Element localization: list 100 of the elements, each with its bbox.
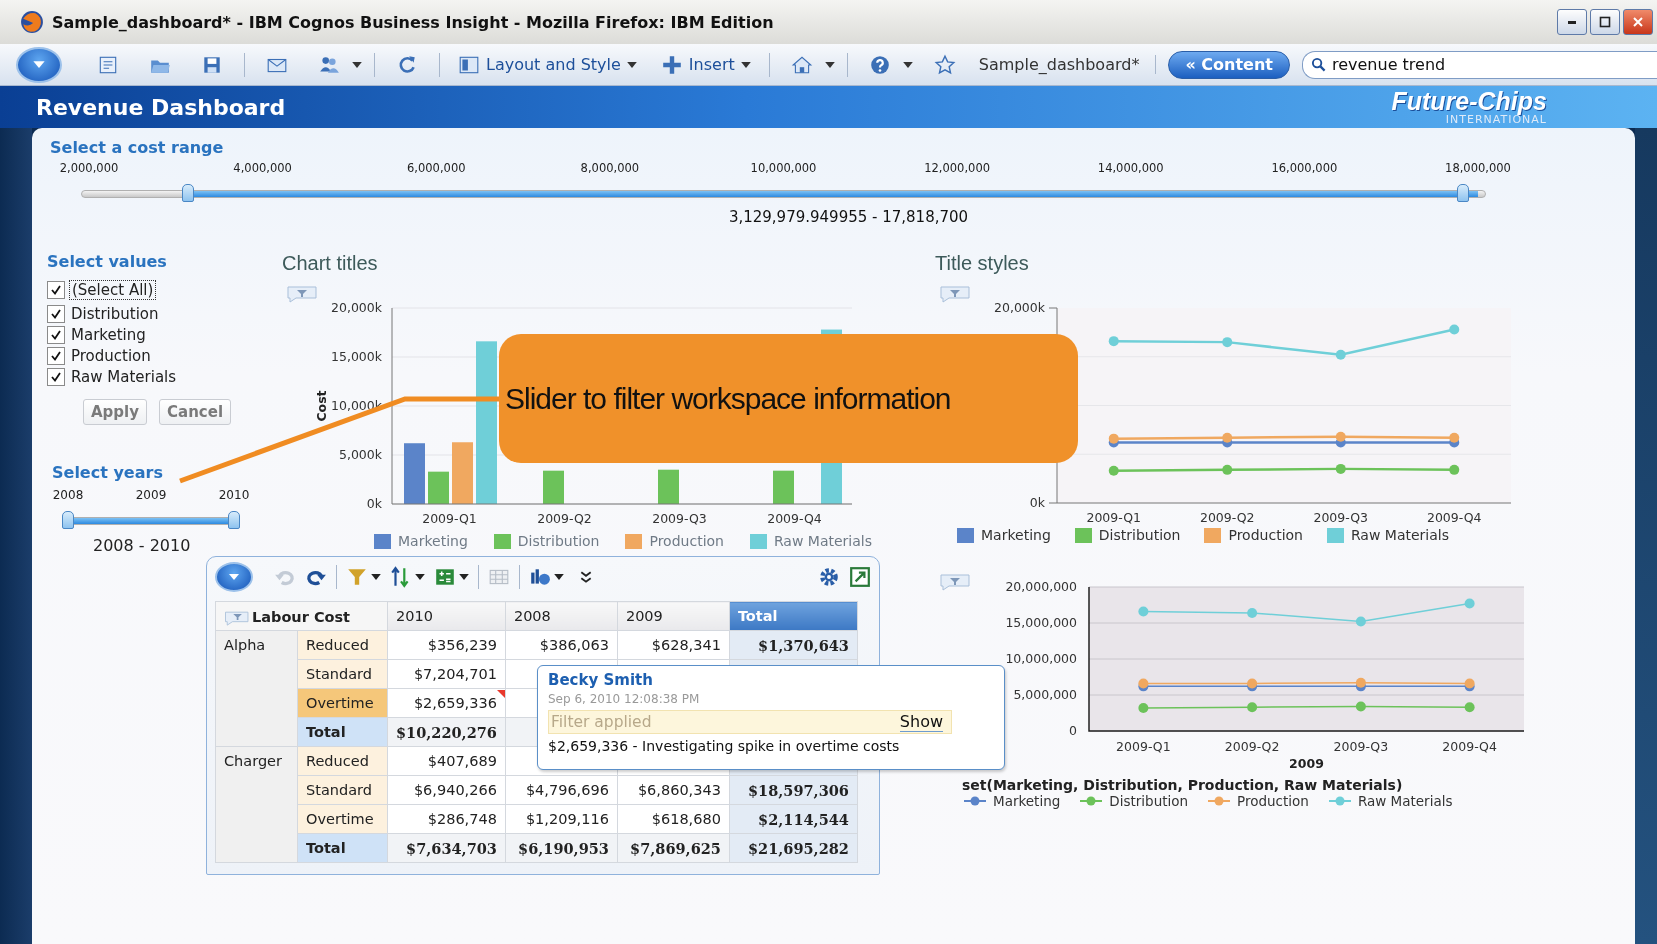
help-icon[interactable] (868, 53, 891, 76)
checkbox[interactable] (47, 304, 65, 323)
caret-icon[interactable] (902, 61, 913, 68)
checkbox[interactable] (47, 325, 65, 344)
checkbox-label[interactable]: Distribution (69, 304, 161, 323)
insert-menu[interactable]: Insert (654, 53, 757, 76)
dashboard-name: Sample_dashboard* (978, 55, 1157, 74)
data-point (1464, 702, 1475, 713)
slider-tick-label: 2,000,000 (59, 161, 119, 175)
slider-thumb[interactable] (181, 184, 194, 202)
chart-icon[interactable] (529, 566, 551, 588)
caret-icon[interactable] (554, 574, 564, 580)
table-cell: $2,659,336 (387, 688, 506, 718)
caret-icon[interactable] (352, 61, 362, 68)
legend-label: Marketing (398, 533, 468, 549)
axis-tick-label: 2009-Q2 (1199, 510, 1255, 525)
corner-label: Labour Cost (252, 608, 351, 624)
table-cell: $628,341 (617, 630, 730, 660)
window-title: Sample_dashboard* - IBM Cognos Business Insight - Mozilla Firefox: IBM Edition (52, 12, 774, 32)
slider-tick-label: 10,000,000 (750, 161, 817, 175)
apply-button[interactable]: Apply (83, 399, 147, 425)
table-cell: $356,239 (387, 630, 506, 660)
years-range-value: 2008 - 2010 (93, 536, 192, 555)
table-cell: $7,869,625 (617, 833, 730, 863)
slider-thumb[interactable] (1456, 184, 1469, 202)
caret-icon[interactable] (415, 574, 425, 580)
slider-tick-label: 2010 (218, 488, 250, 502)
comment-text: $2,659,336 - Investigating spike in overtime costs (548, 738, 900, 754)
calculator-icon[interactable] (434, 566, 456, 588)
more-chevron-icon[interactable] (579, 570, 593, 584)
checkbox[interactable] (47, 281, 65, 299)
axis-tick-label: 0k (366, 496, 382, 511)
axis-tick-label: 2009-Q3 (1333, 739, 1389, 754)
caret-icon[interactable] (371, 574, 381, 580)
cost-range-slider[interactable] (81, 183, 1486, 205)
select-values-label: Select values (47, 252, 168, 271)
bar (658, 469, 679, 504)
table-cell: $1,209,116 (505, 804, 618, 834)
checkbox-label[interactable]: Marketing (69, 325, 148, 344)
main-menu-button[interactable] (16, 46, 62, 83)
table-cell: $7,204,701 (387, 659, 506, 689)
slider-tick-label: 14,000,000 (1097, 161, 1164, 175)
dashboard-title: Revenue Dashboard (36, 94, 286, 120)
widget-menu-button[interactable] (215, 562, 253, 592)
minimize-icon (1568, 20, 1576, 24)
row-group-header: Charger (215, 746, 298, 863)
star-icon[interactable] (933, 53, 956, 76)
search-field[interactable]: revenue trend (1301, 50, 1657, 79)
data-point (1247, 607, 1258, 618)
checkbox-label[interactable]: Production (69, 346, 153, 365)
data-point (1108, 433, 1119, 444)
slider-tick-label: 8,000,000 (580, 161, 640, 175)
table-cell: $4,796,696 (505, 775, 618, 805)
axis-tick-label: 0 (1069, 723, 1077, 738)
legend-title: set(Marketing, Distribution, Production, Raw Materials) (962, 777, 1404, 793)
chart-filter-icon[interactable] (940, 286, 970, 303)
data-point (1355, 677, 1366, 688)
data-point (1222, 337, 1233, 348)
checkbox[interactable] (47, 346, 65, 365)
axis-tick-label: 15,000,000 (1005, 615, 1077, 630)
years-range-slider[interactable] (60, 510, 242, 532)
content-button[interactable]: « Content (1168, 50, 1290, 79)
chart-filter-icon[interactable] (287, 286, 317, 303)
axis-tick-label: 10,000,000 (1005, 651, 1077, 666)
close-button[interactable] (1623, 9, 1653, 35)
axis-tick-label: 20,000k (994, 300, 1045, 315)
legend-label: Raw Materials (1350, 527, 1450, 543)
chart-filter-icon[interactable] (940, 574, 970, 591)
row-header: Overtime (297, 804, 388, 834)
checkmark-icon (50, 349, 62, 362)
table-cell: $2,114,544 (729, 804, 858, 834)
show-link[interactable]: Show (899, 712, 943, 732)
slider-tick-label: 2008 (52, 488, 84, 502)
row-header: Reduced (297, 746, 388, 776)
cancel-button[interactable]: Cancel (159, 399, 232, 425)
slider-thumb[interactable] (62, 511, 74, 529)
layout-and-style-menu[interactable]: Layout and Style (452, 53, 643, 76)
axis-tick-label: 20,000,000 (1005, 579, 1077, 594)
maximize-button[interactable] (1590, 9, 1620, 35)
minimize-button[interactable] (1557, 9, 1587, 35)
close-icon (1632, 16, 1644, 28)
slider-tick-label: 6,000,000 (407, 161, 466, 175)
slider-thumb[interactable] (228, 511, 240, 529)
axis-tick-label: 15,000k (331, 349, 382, 364)
checkbox-label[interactable]: Raw Materials (69, 367, 179, 386)
caret-icon[interactable] (824, 61, 835, 68)
settings-icon[interactable] (818, 566, 840, 588)
caret-icon[interactable] (459, 574, 469, 580)
axis-tick-label: 2009-Q1 (1086, 510, 1142, 525)
maximize-icon[interactable] (849, 566, 871, 588)
checkbox-label[interactable]: (Select All) (69, 280, 157, 300)
caret-icon (626, 61, 637, 68)
data-point (1138, 702, 1149, 713)
cost-range-value: 3,129,979.949955 - 17,818,700 (728, 208, 969, 226)
column-header: 2008 (505, 601, 618, 631)
maximize-icon (1599, 16, 1611, 28)
data-point (1449, 464, 1460, 475)
row-group-header: Alpha (215, 630, 298, 747)
checkbox[interactable] (47, 367, 65, 386)
data-point (1222, 432, 1233, 443)
